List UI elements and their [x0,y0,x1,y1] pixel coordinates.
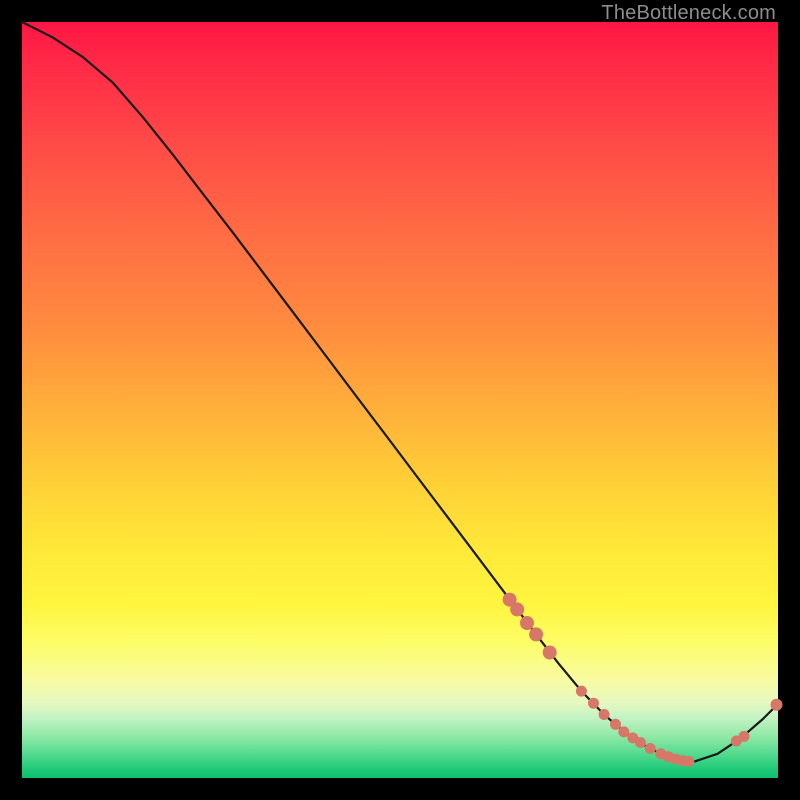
highlight-points [503,593,783,767]
bottleneck-curve [22,22,778,761]
highlight-point [529,627,543,641]
highlight-point [610,719,621,730]
highlight-point [645,743,656,754]
watermark-text: TheBottleneck.com [601,2,776,25]
highlight-point [599,709,610,720]
highlight-point [576,686,587,697]
highlight-point [520,616,534,630]
chart-plot-area [22,22,778,778]
highlight-point [510,602,524,616]
chart-frame: TheBottleneck.com [0,0,800,800]
highlight-point [543,646,557,660]
highlight-point [618,726,629,737]
highlight-point [683,756,694,767]
highlight-point [771,699,783,711]
highlight-point [739,731,750,742]
highlight-point [588,698,599,709]
chart-svg [22,22,778,778]
highlight-point [635,737,646,748]
